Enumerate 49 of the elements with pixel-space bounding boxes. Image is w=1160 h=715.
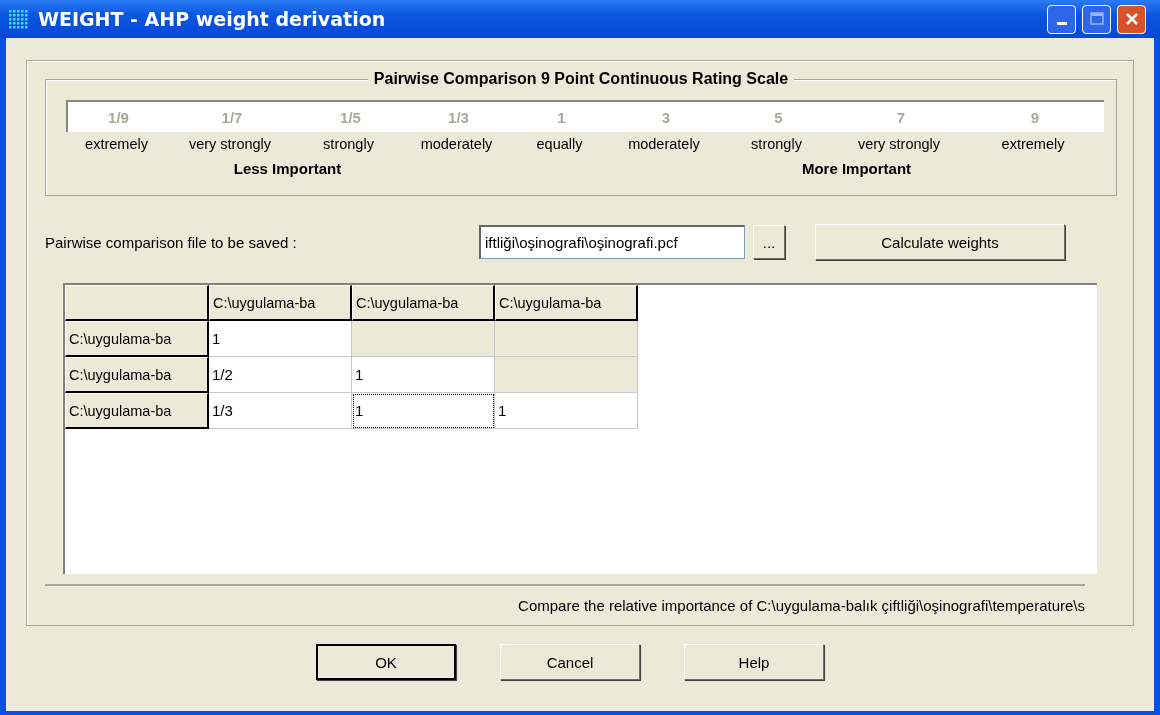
column-header: C:\uygulama-ba bbox=[352, 285, 495, 322]
column-header: C:\uygulama-ba bbox=[495, 285, 638, 322]
dialog-button[interactable]: OK bbox=[316, 644, 456, 680]
row-header: C:\uygulama-ba bbox=[65, 393, 209, 430]
row-header: C:\uygulama-ba bbox=[65, 357, 209, 394]
minimize-icon bbox=[1056, 22, 1067, 25]
scale-label: moderately bbox=[627, 136, 701, 152]
scale-value: 3 bbox=[660, 108, 672, 126]
minimize-button[interactable] bbox=[1047, 4, 1076, 34]
close-button[interactable] bbox=[1117, 4, 1146, 34]
dialog-button[interactable]: Cancel bbox=[500, 644, 640, 680]
dialog-button[interactable]: Help bbox=[684, 644, 824, 680]
scale-label: very strongly bbox=[856, 136, 942, 152]
table-cell[interactable]: 1 bbox=[209, 321, 352, 358]
more-important-label: More Important bbox=[800, 160, 913, 177]
status-text: Compare the relative importance of C:\uygulama-balık çiftliği\oşinografi\temperature\s bbox=[518, 596, 1085, 614]
scale-value: 1/3 bbox=[447, 108, 470, 126]
dot-grid-icon bbox=[8, 9, 30, 29]
scale-label: extremely bbox=[1000, 136, 1066, 152]
less-important-label: Less Important bbox=[232, 160, 343, 177]
scale-label: moderately bbox=[419, 136, 494, 152]
close-icon bbox=[1123, 11, 1140, 27]
table-cell[interactable]: 1 bbox=[352, 393, 495, 430]
table-cell[interactable]: 1 bbox=[352, 357, 495, 394]
scale-value: 1/9 bbox=[107, 108, 130, 126]
table-cell[interactable]: 1/2 bbox=[209, 357, 352, 394]
scale-label: strongly bbox=[322, 136, 375, 152]
browse-button[interactable]: ... bbox=[753, 225, 785, 260]
window-title: WEIGHT - AHP weight derivation bbox=[38, 8, 387, 30]
maximize-button[interactable] bbox=[1082, 4, 1111, 34]
calculate-weights-button[interactable]: Calculate weights bbox=[815, 224, 1065, 261]
table-cell[interactable]: 1 bbox=[495, 393, 638, 430]
scale-value: 1/5 bbox=[339, 108, 362, 126]
file-label: Pairwise comparison file to be saved : bbox=[45, 233, 298, 251]
group-title: Pairwise Comparison 9 Point Continuous Rating Scale bbox=[367, 70, 795, 88]
scale-value: 5 bbox=[773, 108, 784, 126]
scale-value: 1/7 bbox=[220, 108, 244, 126]
scale-label: extremely bbox=[84, 136, 149, 152]
scale-value: 7 bbox=[895, 108, 907, 126]
scale-value: 9 bbox=[1029, 108, 1041, 126]
table-cell[interactable]: 1/3 bbox=[209, 393, 352, 430]
row-header: C:\uygulama-ba bbox=[65, 321, 209, 358]
scale-label: equally bbox=[535, 136, 584, 152]
scale-label: very strongly bbox=[187, 136, 273, 152]
column-header: C:\uygulama-ba bbox=[209, 285, 352, 322]
scale-label: strongly bbox=[750, 136, 803, 152]
maximize-icon bbox=[1088, 11, 1105, 27]
scale-value: 1 bbox=[556, 108, 567, 126]
file-path-field[interactable]: iftliği\oşinografi\oşinografi.pcf bbox=[479, 225, 745, 260]
